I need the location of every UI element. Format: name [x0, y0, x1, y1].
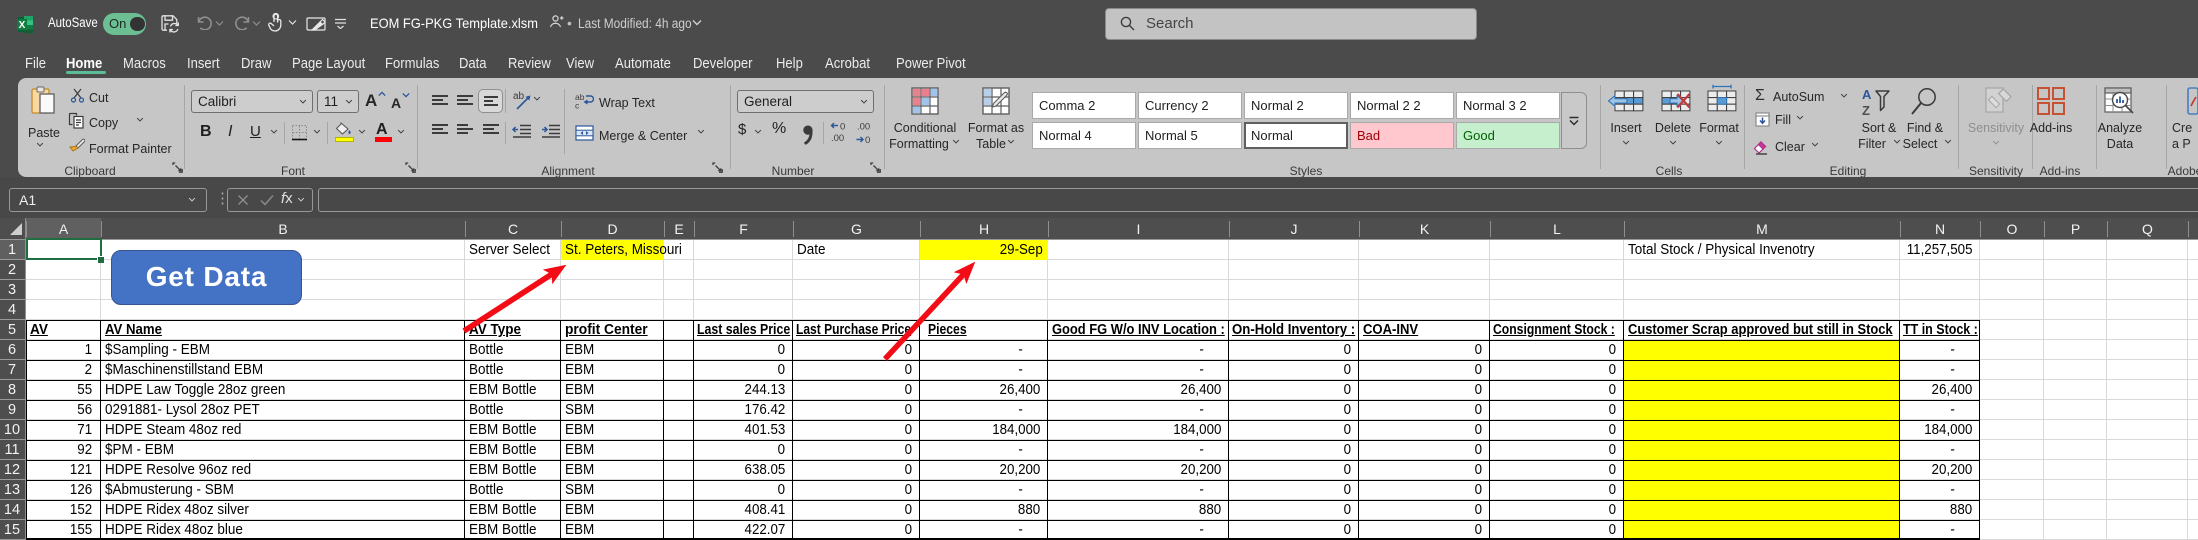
- svg-text:.00: .00: [857, 122, 870, 133]
- svg-text:A: A: [1862, 87, 1872, 102]
- svg-text:.00: .00: [831, 133, 844, 144]
- svg-text:X: X: [19, 20, 26, 31]
- svg-text:0: 0: [865, 135, 870, 144]
- svg-text:ab: ab: [513, 91, 525, 102]
- svg-text:0: 0: [840, 122, 845, 133]
- svg-text:Z: Z: [1862, 103, 1870, 117]
